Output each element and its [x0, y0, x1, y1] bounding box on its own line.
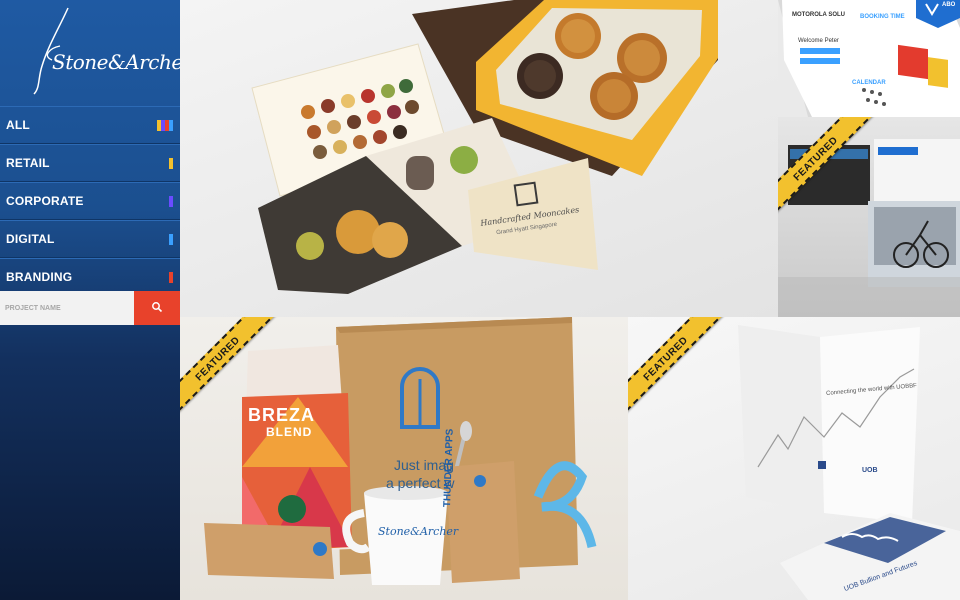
search-input[interactable]: [0, 291, 134, 325]
brand-logo[interactable]: Stone&Archer: [0, 0, 192, 106]
project-search: [0, 291, 180, 325]
bag-text-primary: BREZA: [248, 405, 315, 425]
sidebar: Stone&Archer ALL RETAIL CORPORATE DIGITA…: [0, 0, 192, 600]
mooncake-photo: [251, 0, 718, 294]
color-swatch: [157, 120, 173, 131]
menu-item-all[interactable]: ALL: [0, 106, 180, 144]
bag-text-secondary: BLEND: [266, 425, 313, 439]
dashboard-booking-label: BOOKING TIME: [860, 14, 905, 20]
menu-item-label: BRANDING: [6, 270, 73, 284]
dashboard-brand: MOTOROLA SOLU: [792, 12, 845, 18]
color-swatch: [169, 272, 173, 283]
search-icon: [152, 301, 163, 312]
dashboard-calendar-label: CALENDAR: [852, 80, 886, 86]
menu-item-label: ALL: [6, 118, 30, 132]
project-tile-mooncakes[interactable]: Handcrafted Mooncakes Grand Hyatt Singap…: [180, 0, 778, 317]
color-swatch: [169, 158, 173, 169]
menu-item-retail[interactable]: RETAIL: [0, 144, 180, 182]
logo-text: Stone&Archer: [52, 50, 192, 74]
project-tile-uob[interactable]: Connecting the world with UOBBF UOB Bull…: [628, 317, 960, 600]
menu-item-digital[interactable]: DIGITAL: [0, 220, 180, 258]
color-swatch: [169, 196, 173, 207]
menu-item-label: CORPORATE: [6, 194, 84, 208]
menu-item-label: DIGITAL: [6, 232, 55, 246]
uob-logo: UOB: [862, 467, 878, 474]
menu-item-label: RETAIL: [6, 156, 50, 170]
search-button[interactable]: [134, 291, 180, 325]
dashboard-welcome: Welcome Peter: [798, 38, 839, 44]
category-menu: ALL RETAIL CORPORATE DIGITAL BRANDING: [0, 106, 180, 296]
project-tile-dashboard[interactable]: MOTOROLA SOLU Welcome Peter BOOKING TIME…: [778, 0, 960, 117]
cup-signature: Stone&Archer: [378, 525, 459, 538]
project-tile-coffee[interactable]: BREZA BLEND Just imag a perfect w THUNDE…: [180, 317, 628, 600]
project-tile-cycling[interactable]: FEATURED: [778, 117, 960, 317]
color-swatch: [169, 234, 173, 245]
menu-item-corporate[interactable]: CORPORATE: [0, 182, 180, 220]
cycling-photo: [778, 139, 960, 317]
dashboard-badge: ABO: [942, 2, 956, 8]
